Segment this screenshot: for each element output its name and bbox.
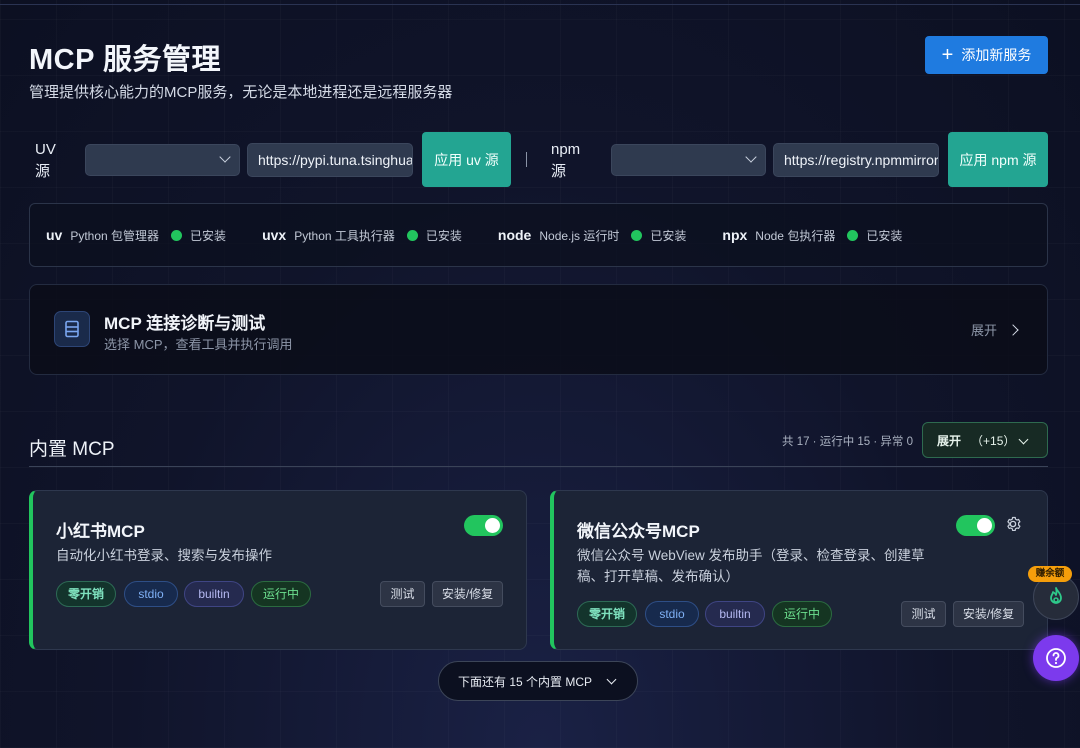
source-separator [526,152,527,167]
tool-name: node [497,227,532,243]
card-desc-line: 微信公众号 WebView 发布助手（登录、检查登录、创建草 [577,548,925,563]
add-service-label: 添加新服务 [961,47,1032,63]
apply-uv-button[interactable]: 应用 uv 源 [422,132,511,187]
npm-source-select[interactable] [611,144,766,176]
status-dot-icon [171,229,183,241]
apply-npm-button[interactable]: 应用 npm 源 [948,132,1048,187]
tag-stdio: stdio [645,601,699,627]
enable-toggle[interactable] [464,515,503,536]
tag-builtin: builtin [184,581,244,607]
card-desc-line: 稿、打开草稿、发布确认） [577,569,739,584]
mcp-card-xiaohongshu: 小红书MCP 自动化小红书登录、搜索与发布操作 零开销 stdio builti… [29,490,527,650]
tag-zero-cost: 零开销 [56,581,116,607]
status-dot-icon [631,229,643,241]
help-button[interactable] [1033,635,1079,681]
gear-icon[interactable] [1004,515,1022,538]
chevron-down-icon [1018,434,1029,445]
expand-label: 展开 [937,433,962,448]
mcp-card-wechat: 微信公众号MCP 微信公众号 WebView 发布助手（登录、检查登录、创建草 … [550,490,1048,650]
diagnostics-panel[interactable]: MCP 连接诊断与测试 选择 MCP，查看工具并执行调用 展开 [29,284,1048,375]
enable-toggle[interactable] [956,515,995,536]
help-icon [1046,648,1066,668]
tool-status-node: node Node.js 运行时 已安装 [498,227,687,244]
tool-name: uvx [262,227,287,243]
tool-status-uv: uv Python 包管理器 已安装 [46,227,226,244]
test-button[interactable]: 测试 [901,601,946,627]
page-subtitle: 管理提供核心能力的MCP服务，无论是本地进程还是远程服务器 [29,84,453,101]
chevron-down-icon [745,151,757,163]
card-title: 微信公众号MCP [577,522,700,541]
earn-balance-badge: 赚余额 [1028,566,1072,582]
tag-builtin: builtin [705,601,765,627]
tool-status: 已安装 [190,228,227,243]
tool-desc: Python 工具执行器 [294,228,395,243]
tool-desc: Python 包管理器 [70,228,160,243]
section-divider [29,466,1048,467]
status-dot-icon [847,229,859,241]
diagnostic-icon [54,311,90,347]
tag-running: 运行中 [772,601,832,627]
diagnostics-subtitle: 选择 MCP，查看工具并执行调用 [104,337,293,352]
chevron-right-icon [1007,323,1019,336]
install-repair-button[interactable]: 安装/修复 [432,581,503,607]
tool-status: 已安装 [866,228,903,243]
tag-stdio: stdio [124,581,178,607]
add-service-button[interactable]: + 添加新服务 [925,36,1048,74]
uv-source-select[interactable] [85,144,240,176]
test-button[interactable]: 测试 [380,581,425,607]
page-title: MCP 服务管理 [29,44,221,76]
uv-url-input[interactable]: https://pypi.tuna.tsinghua.edu.cn/simple [247,143,413,177]
show-more-label: 下面还有 15 个内置 MCP [458,674,593,689]
card-title: 小红书MCP [56,522,145,541]
card-desc: 微信公众号 WebView 发布助手（登录、检查登录、创建草 稿、打开草稿、发布… [577,545,925,587]
chevron-down-icon [219,151,231,163]
diagnostics-expand-button[interactable]: 展开 [970,320,1019,339]
install-repair-button[interactable]: 安装/修复 [953,601,1024,627]
tool-name: npx [722,227,748,243]
diagnostics-title: MCP 连接诊断与测试 [104,314,266,333]
builtin-stats: 共 17 · 运行中 15 · 异常 0 [782,436,914,448]
tool-status: 已安装 [650,228,687,243]
show-more-button[interactable]: 下面还有 15 个内置 MCP [438,661,638,701]
expand-count: （+15） [971,433,1016,448]
tool-status-panel: uv Python 包管理器 已安装 uvx Python 工具执行器 已安装 … [29,203,1048,267]
fire-icon [1050,587,1062,604]
expand-label: 展开 [970,323,997,338]
tag-zero-cost: 零开销 [577,601,637,627]
tool-desc: Node 包执行器 [755,228,836,243]
builtin-section-title: 内置 MCP [29,439,115,460]
tool-status: 已安装 [425,228,462,243]
top-divider [0,4,1080,5]
tool-desc: Node.js 运行时 [539,228,620,243]
plus-icon: + [941,44,954,66]
tool-status-npx: npx Node 包执行器 已安装 [722,227,902,244]
builtin-expand-button[interactable]: 展开 （+15） [922,422,1048,458]
status-dot-icon [406,229,418,241]
npm-source-label: npm 源 [551,141,581,180]
chevron-down-icon [606,674,617,685]
tool-status-uvx: uvx Python 工具执行器 已安装 [262,227,462,244]
tag-running: 运行中 [251,581,311,607]
uv-source-label: UV 源 [35,141,56,180]
tool-name: uv [46,227,63,243]
card-desc: 自动化小红书登录、搜索与发布操作 [56,548,272,563]
npm-url-input[interactable]: https://registry.npmmirror.com [773,143,939,177]
